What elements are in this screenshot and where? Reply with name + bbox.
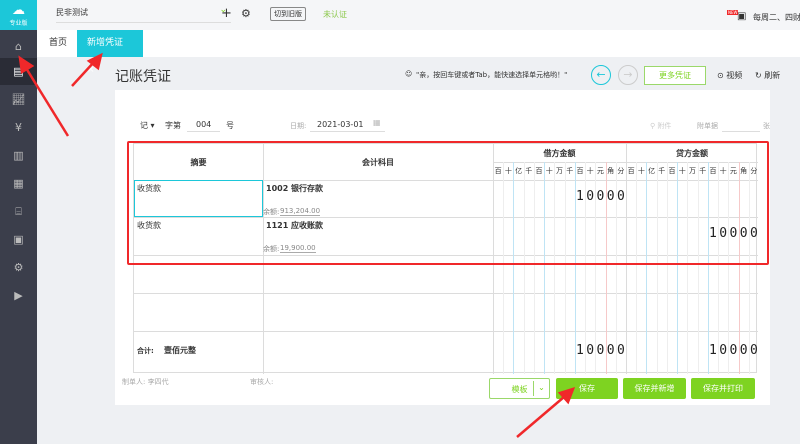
annotation-arrow-sidebar xyxy=(24,67,70,137)
annotation-arrows xyxy=(18,52,576,438)
annotation-arrow-tab xyxy=(71,61,95,87)
annotation-arrowhead xyxy=(18,55,35,75)
annotation-arrow-save xyxy=(516,396,565,438)
